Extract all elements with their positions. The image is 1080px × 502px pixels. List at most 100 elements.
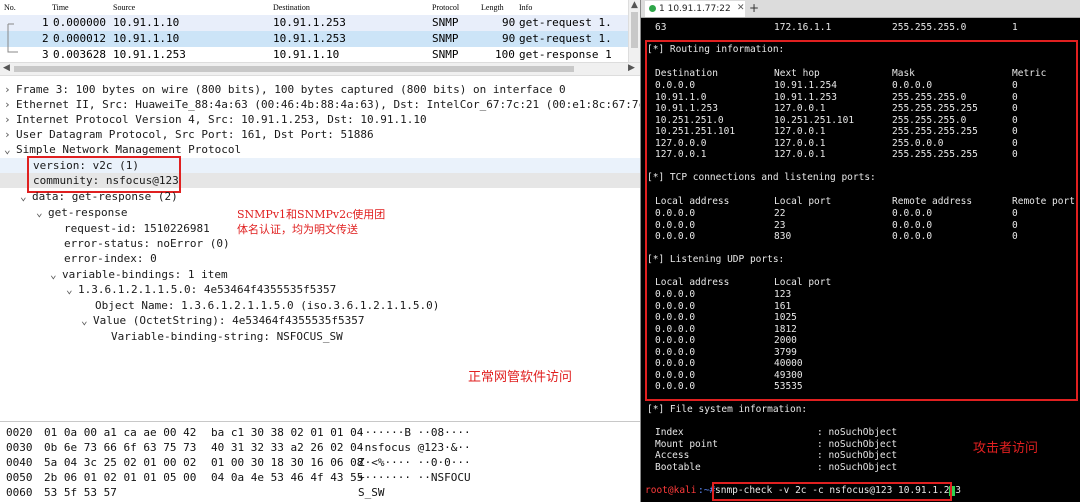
- bytes-offset: 0020: [6, 426, 33, 439]
- packet-time: 0.000000: [53, 16, 106, 29]
- bytes-offset: 0060: [6, 486, 33, 499]
- tree-label: 1.3.6.1.2.1.1.5.0: 4e53464f4355535f5357: [78, 283, 337, 296]
- bytes-offset: 0050: [6, 471, 33, 484]
- collapse-arrow-icon[interactable]: ⌄: [4, 142, 16, 157]
- col-protocol[interactable]: Protocol: [432, 3, 459, 12]
- bytes-offset: 0040: [6, 456, 33, 469]
- packet-time: 0.000012: [53, 32, 106, 45]
- packet-time: 0.003628: [53, 48, 106, 61]
- hscroll-thumb[interactable]: [14, 66, 574, 72]
- tree-vb-string[interactable]: Variable-binding-string: NSFOCUS_SW: [111, 329, 343, 344]
- bytes-hex: 01 00 30 18 30 16 06 08: [211, 456, 364, 469]
- bytes-ascii: S_SW: [358, 486, 385, 499]
- collapse-arrow-icon[interactable]: ⌄: [36, 205, 48, 220]
- annotation-attacker-access: 攻击者访问: [973, 441, 1039, 456]
- collapse-arrow-icon[interactable]: ⌄: [20, 189, 32, 204]
- scroll-right-icon[interactable]: ▶: [628, 63, 635, 73]
- bytes-hex: 01 0a 00 a1 ca ae 00 42: [44, 426, 197, 439]
- tree-ethernet[interactable]: › Ethernet II, Src: HuaweiTe_88:4a:63 (00…: [4, 97, 640, 112]
- col-time[interactable]: Time: [52, 3, 69, 12]
- col-destination[interactable]: Destination: [273, 3, 310, 12]
- expand-arrow-icon[interactable]: ›: [4, 112, 16, 127]
- terminal-cell: [*] File system information:: [647, 404, 808, 415]
- connected-status-icon: [649, 5, 656, 12]
- bytes-hex: 2b 06 01 02 01 01 05 00: [44, 471, 197, 484]
- packet-source: 10.91.1.253: [113, 48, 186, 61]
- packet-info: get-request 1.: [519, 16, 612, 29]
- tree-snmp[interactable]: ⌄ Simple Network Management Protocol: [4, 142, 241, 157]
- tree-variable-bindings[interactable]: ⌄ variable-bindings: 1 item: [50, 267, 228, 282]
- packet-row[interactable]: 2 0.000012 10.91.1.10 10.91.1.253 SNMP 9…: [0, 31, 628, 47]
- packet-protocol: SNMP: [432, 48, 459, 61]
- packet-row-selected[interactable]: 3 0.003628 10.91.1.253 10.91.1.10 SNMP 1…: [0, 47, 628, 63]
- expand-arrow-icon[interactable]: ›: [4, 97, 16, 112]
- tree-oid[interactable]: ⌄ 1.3.6.1.2.1.1.5.0: 4e53464f4355535f5357: [66, 282, 336, 297]
- tree-request-id[interactable]: request-id: 1510226981: [64, 221, 210, 236]
- scroll-thumb[interactable]: [631, 12, 638, 48]
- terminal-pane: 1 10.91.1.77:22 ✕ + 63 172.16.1.1 255.255.…: [641, 0, 1080, 502]
- terminal-cell: : noSuchObject: [817, 450, 898, 461]
- tab-label: 1 10.91.1.77:22: [659, 4, 731, 14]
- packet-source: 10.91.1.10: [113, 16, 180, 29]
- annotation-note-1: SNMPv1和SNMPv2c使用团: [237, 208, 386, 221]
- community-highlight-box: [27, 156, 181, 193]
- tree-ip[interactable]: › Internet Protocol Version 4, Src: 10.91…: [4, 112, 427, 127]
- scroll-left-icon[interactable]: ◀: [3, 63, 10, 73]
- tree-data[interactable]: ⌄ data: get-response (2): [20, 189, 178, 204]
- annotation-normal-access: 正常网管软件访问: [468, 370, 573, 385]
- terminal-cell: : noSuchObject: [817, 461, 898, 473]
- packet-list-header: No. Time Source Destination Protocol Len…: [0, 0, 628, 16]
- terminal-cell: : noSuchObject: [817, 438, 898, 450]
- terminal-cell: Index: [655, 427, 684, 438]
- packet-row[interactable]: 1 0.000000 10.91.1.10 10.91.1.253 SNMP 9…: [0, 15, 628, 31]
- packet-details: › Frame 3: 100 bytes on wire (800 bits), …: [0, 79, 640, 421]
- terminal-cell: Mount point: [655, 438, 718, 450]
- terminal-cell: 1: [1012, 22, 1018, 33]
- terminal-cell: 63: [655, 22, 667, 33]
- tree-value[interactable]: ⌄ Value (OctetString): 4e53464f4355535f53…: [81, 313, 365, 328]
- tree-label: Simple Network Management Protocol: [16, 143, 242, 156]
- packet-length: 90: [502, 16, 516, 29]
- expand-arrow-icon[interactable]: ›: [4, 127, 16, 142]
- collapse-arrow-icon[interactable]: ⌄: [50, 267, 62, 282]
- packet-info: get-request 1.: [519, 32, 612, 45]
- close-icon[interactable]: ✕: [737, 3, 745, 13]
- collapse-arrow-icon[interactable]: ⌄: [66, 282, 78, 297]
- scroll-up-icon[interactable]: ▲: [631, 0, 638, 10]
- results-highlight-box: [645, 40, 1078, 401]
- wireshark-pane: No. Time Source Destination Protocol Len…: [0, 0, 640, 502]
- tree-error-index[interactable]: error-index: 0: [64, 251, 157, 266]
- packet-source: 10.91.1.10: [113, 32, 180, 45]
- tree-get-response[interactable]: ⌄ get-response: [36, 205, 127, 220]
- collapse-arrow-icon[interactable]: ⌄: [81, 313, 93, 328]
- tree-error-status[interactable]: error-status: noError (0): [64, 236, 230, 251]
- packet-protocol: SNMP: [432, 16, 459, 29]
- col-info[interactable]: Info: [519, 3, 532, 12]
- tree-label: variable-bindings: 1 item: [62, 268, 228, 281]
- tree-udp[interactable]: › User Datagram Protocol, Src Port: 161, …: [4, 127, 374, 142]
- bytes-ascii: ·······B ··08····: [358, 426, 471, 439]
- prompt-user: root@kali: [645, 485, 697, 496]
- expand-arrow-icon[interactable]: ›: [4, 82, 16, 97]
- packet-list-vscrollbar[interactable]: ▲: [628, 0, 640, 62]
- bytes-ascii: +······· ··NSFOCU: [358, 471, 471, 484]
- packet-no: 1: [42, 16, 49, 29]
- col-source[interactable]: Source: [113, 3, 135, 12]
- annotation-note-2: 体名认证，均为明文传送: [237, 223, 358, 236]
- new-tab-plus-icon[interactable]: +: [749, 1, 759, 15]
- terminal-tab[interactable]: 1 10.91.1.77:22 ✕: [645, 1, 745, 17]
- packet-list-hscrollbar[interactable]: ◀ ▶: [0, 62, 640, 76]
- bytes-hex: ba c1 30 38 02 01 01 04: [211, 426, 364, 439]
- col-length[interactable]: Length: [481, 3, 504, 12]
- bytes-ascii: ·nsfocus @123·&··: [358, 441, 471, 454]
- tree-frame[interactable]: › Frame 3: 100 bytes on wire (800 bits), …: [4, 82, 566, 97]
- tree-label: Frame 3: 100 bytes on wire (800 bits), 1…: [16, 83, 566, 96]
- terminal-cell: Bootable: [655, 461, 701, 473]
- packet-bytes: 0020 01 0a 00 a1 ca ae 00 42 ba c1 30 38 0…: [0, 421, 640, 502]
- packet-protocol: SNMP: [432, 32, 459, 45]
- bytes-hex: 0b 6e 73 66 6f 63 75 73: [44, 441, 197, 454]
- terminal-cell: 255.255.255.0: [892, 22, 967, 33]
- bytes-hex: 04 0a 4e 53 46 4f 43 55: [211, 471, 364, 484]
- tree-object-name[interactable]: Object Name: 1.3.6.1.2.1.1.5.0 (iso.3.6.…: [95, 298, 439, 313]
- col-no[interactable]: No.: [4, 3, 16, 12]
